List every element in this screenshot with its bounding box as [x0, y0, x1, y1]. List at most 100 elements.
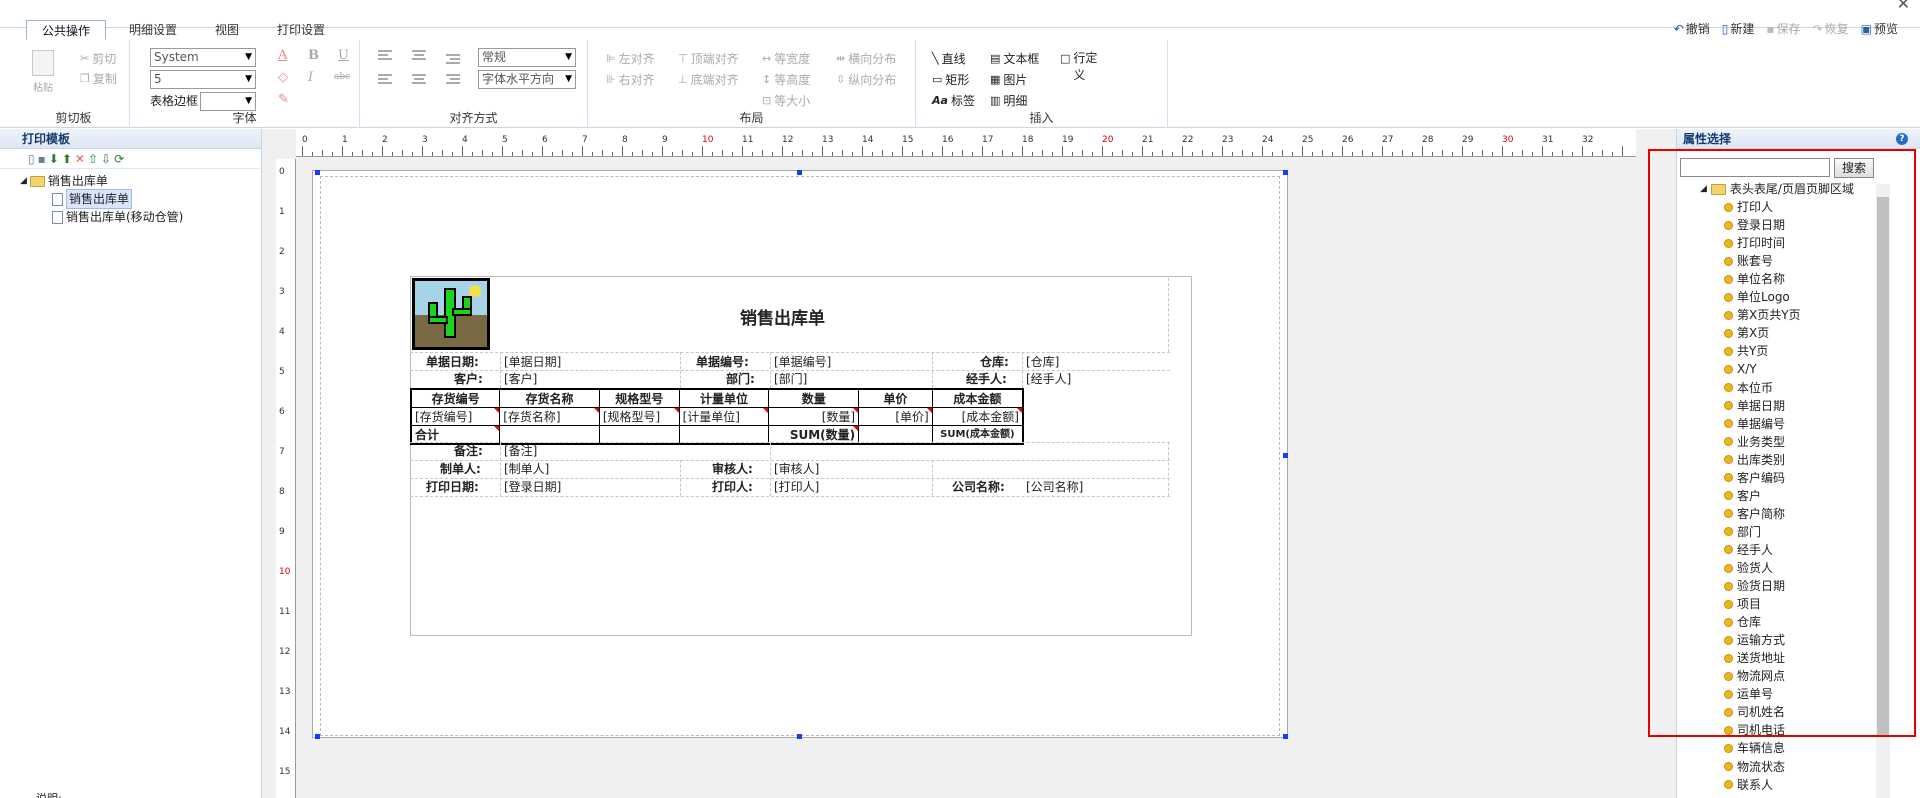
export-icon[interactable]: ⬆: [62, 152, 72, 166]
field-handler[interactable]: [经手人]: [1026, 371, 1071, 388]
tree-root[interactable]: ◢ 销售出库单: [20, 172, 261, 190]
label-remark[interactable]: 备注:: [454, 443, 483, 460]
resize-handle[interactable]: [1283, 453, 1288, 458]
label-department[interactable]: 部门:: [726, 371, 755, 388]
label-customer[interactable]: 客户:: [454, 371, 483, 388]
label-company-name[interactable]: 公司名称:: [952, 479, 1005, 496]
insert-textbox-button[interactable]: ▤ 文本框: [990, 50, 1039, 67]
refresh-icon[interactable]: ⟳: [114, 152, 124, 166]
align-top-left-icon[interactable]: [378, 50, 392, 62]
column-header[interactable]: 成本金额: [931, 388, 1024, 408]
move-up-icon[interactable]: ⇧: [88, 152, 98, 166]
label-print-date[interactable]: 打印日期:: [426, 479, 479, 496]
insert-row-def-button[interactable]: □ 行定义: [1060, 50, 1104, 84]
border-color-icon[interactable]: ✎: [278, 92, 289, 107]
table-cell[interactable]: [成本金额]: [931, 407, 1024, 426]
align-middle-center-icon[interactable]: [412, 74, 426, 86]
resize-handle[interactable]: [315, 170, 320, 175]
column-header[interactable]: 单价: [858, 388, 933, 408]
close-icon[interactable]: ✕: [1897, 0, 1910, 13]
label-reviewer[interactable]: 审核人:: [712, 461, 753, 478]
resize-handle[interactable]: [1283, 734, 1288, 739]
field-customer[interactable]: [客户]: [504, 371, 537, 388]
fill-color-icon[interactable]: ◇: [278, 70, 288, 85]
insert-rect-button[interactable]: ▭ 矩形: [932, 71, 969, 88]
bold-icon[interactable]: B: [308, 48, 319, 63]
label-handler[interactable]: 经手人:: [966, 371, 1007, 388]
right-align-button[interactable]: ⊪ 右对齐: [606, 71, 655, 88]
table-cell[interactable]: [计量单位]: [678, 407, 770, 426]
resize-handle[interactable]: [1283, 170, 1288, 175]
table-cell[interactable]: [存货编号]: [410, 407, 501, 426]
field-maker[interactable]: [制单人]: [504, 461, 549, 478]
align-top-center-icon[interactable]: [412, 50, 426, 62]
property-item[interactable]: 物流状态: [1700, 758, 1880, 776]
table-cell[interactable]: [数量]: [768, 407, 860, 426]
tab-public-ops[interactable]: 公共操作: [26, 20, 107, 40]
field-printer[interactable]: [打印人]: [774, 479, 819, 496]
strikethrough-icon[interactable]: abc: [334, 72, 350, 82]
detail-table[interactable]: 存货编号 存货名称 规格型号 计量单位 数量 单价 成本金额 [存货编号] [存…: [410, 388, 1024, 445]
halign-select[interactable]: 字体水平方向 ▼: [478, 70, 576, 89]
field-remark[interactable]: [备注]: [504, 443, 537, 460]
tree-item-sales-out[interactable]: 销售出库单: [20, 189, 261, 209]
label-bill-date[interactable]: 单据日期:: [426, 354, 479, 371]
column-header[interactable]: 规格型号: [598, 388, 680, 408]
field-login-date[interactable]: [登录日期]: [504, 479, 561, 496]
column-header[interactable]: 计量单位: [678, 388, 770, 408]
delete-icon[interactable]: ✕: [75, 152, 85, 166]
field-bill-no[interactable]: [单据编号]: [774, 354, 831, 371]
new-template-icon[interactable]: ▯: [28, 152, 35, 166]
report-title[interactable]: 销售出库单: [740, 304, 825, 329]
save-template-icon[interactable]: ▪: [38, 152, 46, 166]
field-reviewer[interactable]: [审核人]: [774, 461, 819, 478]
company-logo-image[interactable]: [412, 278, 490, 350]
tab-view[interactable]: 视图: [200, 20, 254, 40]
v-distribute-button[interactable]: ⇳ 纵向分布: [836, 71, 896, 88]
resize-handle[interactable]: [797, 170, 802, 175]
help-icon[interactable]: ?: [1896, 133, 1908, 145]
top-align-button[interactable]: ⊤ 顶端对齐: [678, 50, 739, 67]
label-warehouse[interactable]: 仓库:: [980, 354, 1009, 371]
property-item[interactable]: 联系人: [1700, 776, 1880, 794]
insert-detail-button[interactable]: ▥ 明细: [990, 92, 1027, 109]
move-down-icon[interactable]: ⇩: [101, 152, 111, 166]
h-distribute-button[interactable]: ⇹ 横向分布: [836, 50, 896, 67]
insert-label-button[interactable]: Aa 标签: [932, 92, 975, 109]
expand-icon[interactable]: ◢: [20, 172, 27, 190]
italic-icon[interactable]: I: [308, 70, 313, 85]
insert-image-button[interactable]: ▦ 图片: [990, 71, 1027, 88]
paste-button[interactable]: 粘贴: [32, 50, 54, 94]
left-align-button[interactable]: ⊫ 左对齐: [606, 50, 655, 67]
redo-button[interactable]: ↷ 恢复: [1813, 20, 1849, 37]
resize-handle[interactable]: [315, 734, 320, 739]
field-bill-date[interactable]: [单据日期]: [504, 354, 561, 371]
insert-line-button[interactable]: ╲ 直线: [932, 50, 966, 67]
bottom-align-button[interactable]: ⊥ 底端对齐: [678, 71, 739, 88]
import-icon[interactable]: ⬇: [49, 152, 59, 166]
equal-size-button[interactable]: ⊡ 等大小: [762, 92, 810, 109]
column-header[interactable]: 存货名称: [499, 388, 600, 408]
resize-handle[interactable]: [797, 734, 802, 739]
align-middle-left-icon[interactable]: [378, 74, 392, 86]
align-top-right-icon[interactable]: [446, 54, 460, 66]
tab-detail-settings[interactable]: 明细设置: [114, 20, 192, 40]
text-style-select[interactable]: 常规 ▼: [478, 48, 576, 67]
underline-icon[interactable]: U: [338, 48, 349, 63]
label-maker[interactable]: 制单人:: [440, 461, 481, 478]
property-item[interactable]: 车辆信息: [1700, 739, 1880, 757]
font-color-icon[interactable]: A: [278, 48, 287, 63]
field-warehouse[interactable]: [仓库]: [1026, 354, 1059, 371]
tree-item-sales-out-mobile[interactable]: 销售出库单(移动仓管): [20, 208, 261, 226]
column-header[interactable]: 数量: [768, 388, 860, 408]
cut-button[interactable]: ✂ 剪切: [80, 50, 116, 67]
font-size-select[interactable]: 5 ▼: [150, 70, 256, 89]
copy-button[interactable]: ❐ 复制: [80, 70, 117, 87]
tab-print-settings[interactable]: 打印设置: [262, 20, 340, 40]
equal-width-button[interactable]: ↔ 等宽度: [762, 50, 810, 67]
undo-button[interactable]: ↶ 撤销: [1674, 20, 1710, 37]
table-cell[interactable]: [存货名称]: [499, 407, 600, 426]
save-button[interactable]: ▪ 保存: [1766, 20, 1800, 37]
equal-height-button[interactable]: ↕ 等高度: [762, 71, 810, 88]
table-cell[interactable]: [单价]: [858, 407, 933, 426]
